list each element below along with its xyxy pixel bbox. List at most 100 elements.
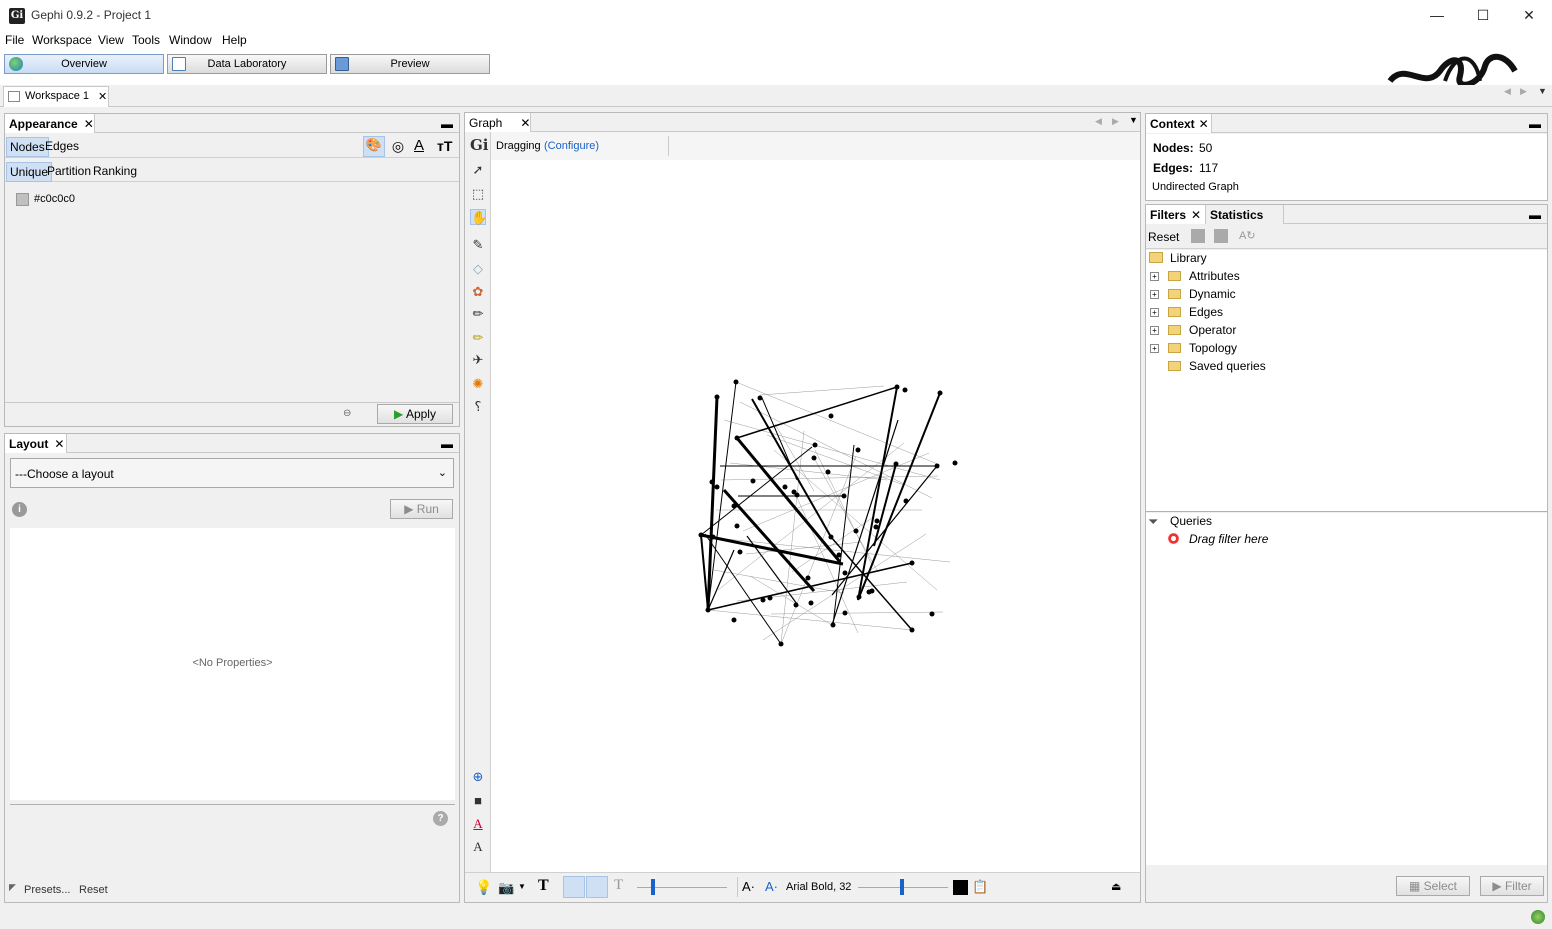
label-color-icon[interactable]: A (414, 137, 424, 154)
expand-attributes-icon[interactable]: + (1150, 272, 1159, 281)
background-color-icon[interactable]: ■ (470, 793, 486, 809)
overview-button[interactable]: Overview (4, 54, 164, 74)
preview-button[interactable]: Preview (330, 54, 490, 74)
graph-scroll-left-icon[interactable]: ◀ (1095, 116, 1102, 127)
tab-scroll-left-icon[interactable]: ◀ (1504, 86, 1511, 97)
layout-select[interactable]: ---Choose a layout ⌄ (10, 458, 454, 488)
label-font-icon[interactable]: A (470, 839, 486, 855)
minimize-appearance-icon[interactable]: ▬ (441, 117, 453, 131)
graph-scroll-right-icon[interactable]: ▶ (1112, 116, 1119, 127)
presets-link[interactable]: Presets... (24, 884, 70, 896)
expand-edges-icon[interactable]: + (1150, 308, 1159, 317)
filters-tab[interactable]: Filters ✕ (1146, 205, 1206, 224)
close-window-button[interactable]: ✕ (1506, 0, 1552, 31)
eject-icon[interactable]: ⏏ (1111, 880, 1121, 893)
filter-button[interactable]: ▶ Filter (1480, 876, 1544, 896)
tree-item-dynamic[interactable]: Dynamic (1189, 287, 1236, 301)
filters-reset-button[interactable]: Reset (1148, 230, 1179, 244)
library-node[interactable]: Library (1170, 251, 1207, 265)
close-graph-icon[interactable]: ✕ (520, 116, 530, 130)
tree-item-saved-queries[interactable]: Saved queries (1189, 359, 1266, 373)
close-context-icon[interactable]: ✕ (1199, 117, 1209, 131)
configure-link[interactable]: (Configure) (544, 140, 599, 152)
edges-tab[interactable]: Edges (42, 137, 82, 155)
screenshot-options-icon[interactable]: ▼ (518, 882, 526, 891)
font-color-icon[interactable]: A· (765, 879, 778, 894)
workspace-tab[interactable]: Workspace 1 ✕ (3, 86, 109, 107)
edge-weight-thumb[interactable] (651, 879, 655, 895)
layout-reset-link[interactable]: Reset (79, 884, 108, 896)
edge-pencil-icon[interactable]: ✏ (470, 330, 486, 346)
color-swatch[interactable] (16, 193, 29, 206)
close-workspace-tab-icon[interactable]: ✕ (98, 90, 107, 103)
expand-dynamic-icon[interactable]: + (1150, 290, 1159, 299)
lightbulb-icon[interactable]: 💡 (475, 879, 492, 896)
data-laboratory-button[interactable]: Data Laboratory (167, 54, 327, 74)
shortest-path-icon[interactable]: ✈ (470, 352, 486, 368)
tab-list-icon[interactable]: ▼ (1538, 86, 1547, 96)
rectangle-select-icon[interactable]: ⬚ (470, 186, 486, 202)
tree-item-attributes[interactable]: Attributes (1189, 269, 1240, 283)
graph-tab[interactable]: Graph ✕ (465, 113, 531, 132)
link-icon[interactable]: ⊖ (343, 408, 351, 419)
import-filter-icon[interactable] (1214, 229, 1228, 243)
painter-icon[interactable]: ✿ (470, 284, 486, 300)
gephi-tool-icon[interactable]: Gi (470, 137, 489, 153)
label-size-icon[interactable]: тT (437, 138, 452, 154)
graph-canvas[interactable] (492, 160, 1140, 860)
help-pointer-icon[interactable]: ⸮ (470, 399, 486, 415)
edge-color-icon[interactable] (586, 876, 608, 898)
appearance-tab[interactable]: Appearance ✕ (5, 114, 95, 133)
maximize-window-button[interactable]: ☐ (1460, 0, 1506, 31)
tree-item-edges[interactable]: Edges (1189, 305, 1223, 319)
edge-label-icon[interactable]: T (614, 877, 623, 894)
minimize-layout-icon[interactable]: ▬ (441, 437, 453, 451)
partition-tab[interactable]: Partition (44, 162, 94, 180)
expand-topology-icon[interactable]: + (1150, 344, 1159, 353)
menu-help[interactable]: Help (222, 33, 247, 47)
menu-file[interactable]: File (5, 33, 24, 47)
show-labels-icon[interactable]: T (538, 877, 549, 895)
minimize-filters-icon[interactable]: ▬ (1529, 208, 1541, 222)
statistics-tab[interactable]: Statistics (1206, 205, 1284, 224)
edge-toggle-icon[interactable] (563, 876, 585, 898)
layout-tab[interactable]: Layout ✕ (5, 434, 67, 453)
auto-refresh-icon[interactable]: A↻ (1239, 229, 1256, 242)
minimize-window-button[interactable]: — (1414, 0, 1460, 31)
diamond-icon[interactable]: ◇ (470, 261, 486, 277)
size-icon[interactable]: ◎ (389, 138, 407, 156)
background-color-swatch[interactable] (953, 880, 968, 895)
menu-view[interactable]: View (98, 33, 124, 47)
export-filter-icon[interactable] (1191, 229, 1205, 243)
brush-icon[interactable]: ✎ (470, 237, 486, 253)
close-layout-icon[interactable]: ✕ (54, 437, 64, 451)
label-color-tool-icon[interactable]: A (470, 816, 486, 832)
menu-tools[interactable]: Tools (132, 33, 160, 47)
select-button[interactable]: ▦ Select (1396, 876, 1470, 896)
font-size-thumb[interactable] (900, 879, 904, 895)
close-appearance-icon[interactable]: ✕ (84, 117, 94, 131)
minimize-context-icon[interactable]: ▬ (1529, 117, 1541, 131)
tab-scroll-right-icon[interactable]: ▶ (1520, 86, 1527, 97)
tree-item-operator[interactable]: Operator (1189, 323, 1236, 337)
context-tab[interactable]: Context ✕ (1146, 114, 1212, 133)
close-filters-icon[interactable]: ✕ (1191, 208, 1201, 222)
font-size-down-icon[interactable]: A· (742, 879, 755, 894)
menu-window[interactable]: Window (169, 33, 212, 47)
clipboard-icon[interactable]: 📋 (972, 879, 988, 895)
info-icon[interactable]: i (12, 502, 27, 517)
run-button[interactable]: ▶ Run (390, 499, 453, 519)
menu-workspace[interactable]: Workspace (32, 33, 92, 47)
drag-hand-icon[interactable]: ✋ (470, 209, 487, 225)
graph-tab-list-icon[interactable]: ▼ (1129, 115, 1138, 125)
zoom-fit-icon[interactable]: ⊕ (470, 769, 486, 785)
screenshot-icon[interactable]: 📷 (498, 880, 514, 896)
pencil-icon[interactable]: ✏ (470, 306, 486, 322)
heat-map-icon[interactable]: ✺ (470, 376, 486, 392)
apply-button[interactable]: ▶ Apply (377, 404, 453, 424)
color-palette-icon[interactable]: 🎨 (363, 136, 385, 157)
pointer-icon[interactable]: ➚ (470, 162, 486, 178)
ranking-tab[interactable]: Ranking (90, 162, 140, 180)
update-notification-icon[interactable] (1531, 910, 1545, 924)
expand-operator-icon[interactable]: + (1150, 326, 1159, 335)
